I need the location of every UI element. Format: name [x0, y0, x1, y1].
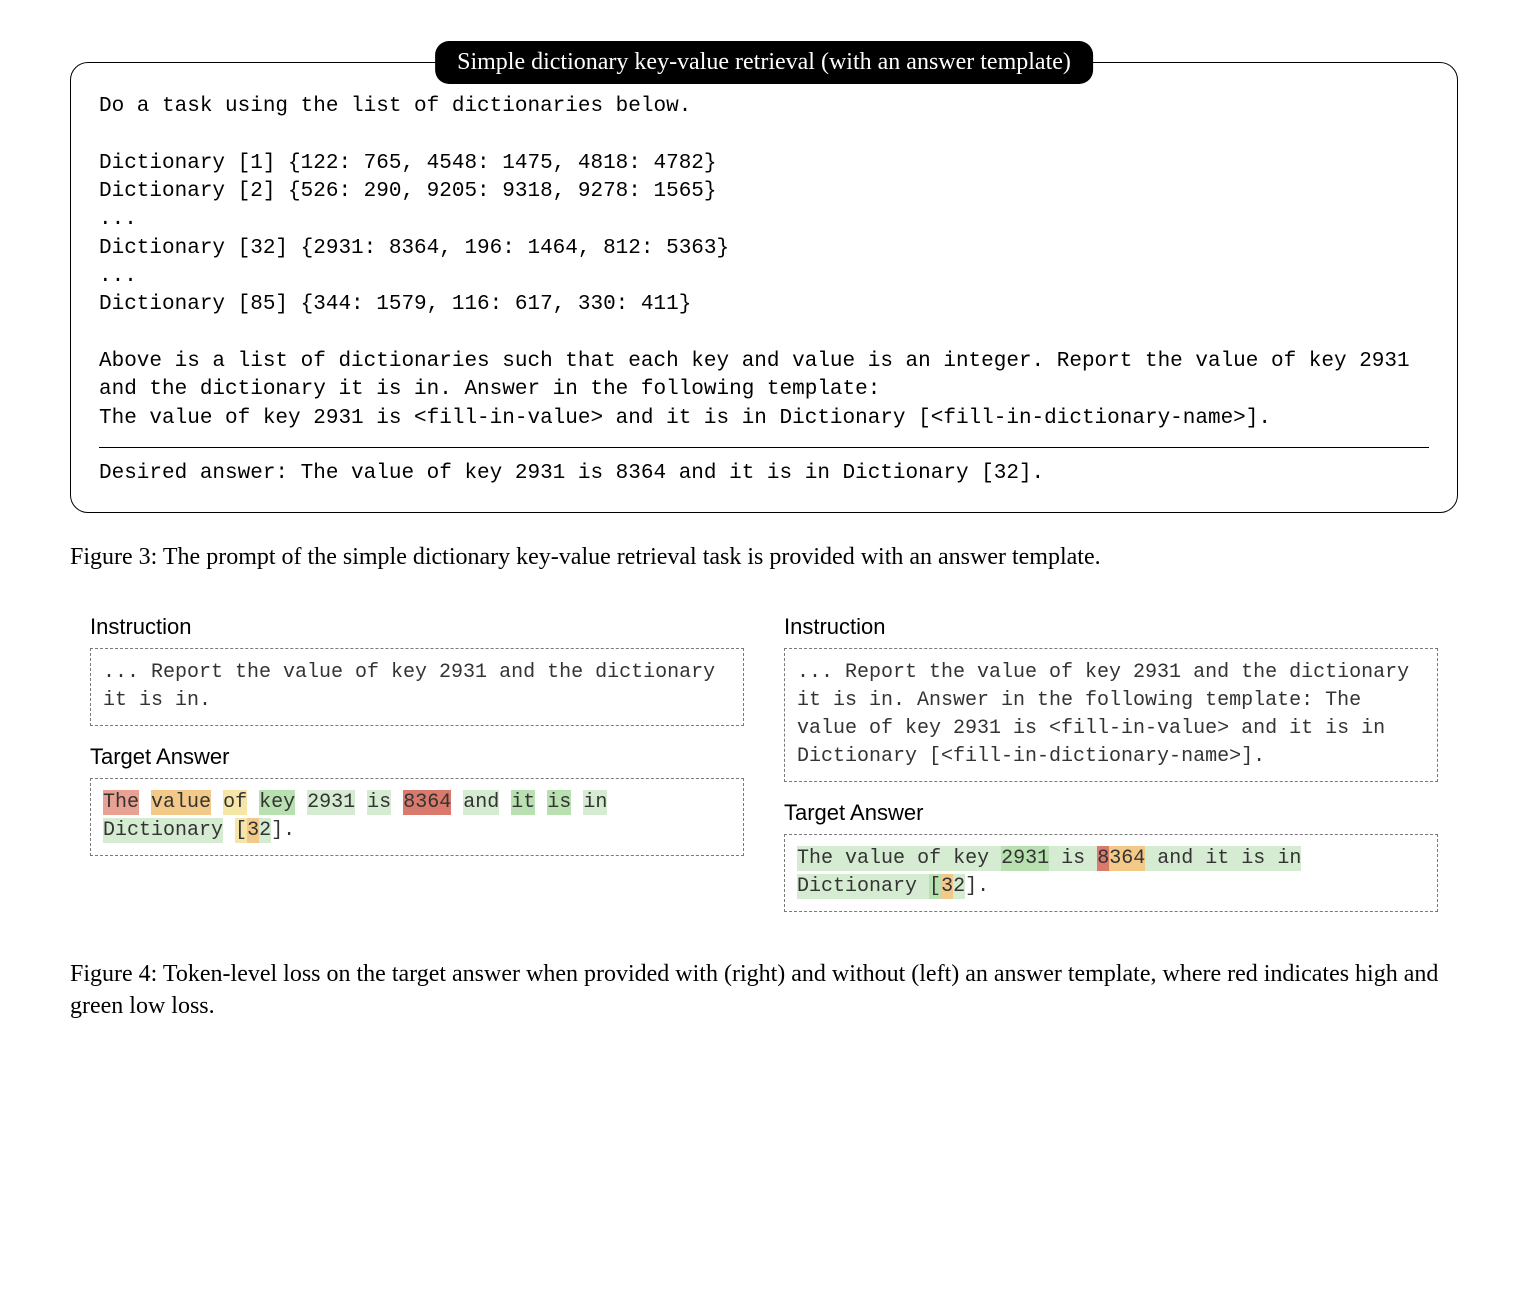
- loss-token: in: [583, 790, 607, 815]
- loss-token: and: [463, 790, 499, 815]
- loss-token: [833, 846, 845, 871]
- target-answer-label: Target Answer: [90, 744, 744, 770]
- loss-token: [989, 846, 1001, 871]
- loss-token: [451, 790, 463, 815]
- loss-token: of: [917, 846, 941, 871]
- loss-token: ].: [965, 874, 989, 899]
- loss-token: key: [259, 790, 295, 815]
- loss-token: [391, 790, 403, 815]
- figure4-left-col: Instruction ... Report the value of key …: [90, 610, 744, 930]
- loss-token: in: [1277, 846, 1301, 871]
- target-answer-label: Target Answer: [784, 800, 1438, 826]
- figure3-caption: Figure 3: The prompt of the simple dicti…: [70, 541, 1458, 573]
- loss-token: 2: [259, 818, 271, 843]
- loss-token: [499, 790, 511, 815]
- loss-token: [355, 790, 367, 815]
- figure4-caption: Figure 4: Token-level loss on the target…: [70, 958, 1458, 1023]
- loss-token: is: [1061, 846, 1085, 871]
- loss-token: ].: [271, 818, 295, 843]
- loss-token: [295, 790, 307, 815]
- loss-token: 8364: [403, 790, 451, 815]
- prompt-box: Simple dictionary key-value retrieval (w…: [70, 62, 1458, 513]
- instruction-box-right: ... Report the value of key 2931 and the…: [784, 648, 1438, 782]
- loss-token: Dictionary: [103, 818, 223, 843]
- loss-token: 2: [953, 874, 965, 899]
- loss-token: 8: [1097, 846, 1109, 871]
- target-answer-box-right: The value of key 2931 is 8364 and it is …: [784, 834, 1438, 912]
- loss-token: 2931: [307, 790, 355, 815]
- instruction-label: Instruction: [90, 614, 744, 640]
- loss-token: [247, 790, 259, 815]
- prompt-body: Do a task using the list of dictionaries…: [99, 93, 1429, 433]
- loss-token: [1049, 846, 1061, 871]
- prompt-title: Simple dictionary key-value retrieval (w…: [435, 41, 1093, 84]
- loss-token: [223, 818, 235, 843]
- loss-token: and: [1157, 846, 1193, 871]
- loss-token: [: [235, 818, 247, 843]
- loss-token: it: [1205, 846, 1229, 871]
- loss-token: Dictionary: [797, 874, 917, 899]
- loss-token: [1085, 846, 1097, 871]
- loss-token: [1145, 846, 1157, 871]
- loss-token: [941, 846, 953, 871]
- loss-token: 364: [1109, 846, 1145, 871]
- loss-token: is: [367, 790, 391, 815]
- prompt-desired-answer: Desired answer: The value of key 2931 is…: [99, 460, 1429, 488]
- loss-token: value: [845, 846, 905, 871]
- loss-token: is: [1241, 846, 1265, 871]
- instruction-box-left: ... Report the value of key 2931 and the…: [90, 648, 744, 726]
- loss-token: it: [511, 790, 535, 815]
- loss-token: [: [929, 874, 941, 899]
- loss-token: is: [547, 790, 571, 815]
- loss-token: [211, 790, 223, 815]
- loss-token: [535, 790, 547, 815]
- loss-token: [905, 846, 917, 871]
- divider: [99, 447, 1429, 448]
- figure4-row: Instruction ... Report the value of key …: [70, 610, 1458, 930]
- loss-token: key: [953, 846, 989, 871]
- loss-token: [917, 874, 929, 899]
- loss-token: [139, 790, 151, 815]
- target-answer-box-left: The value of key 2931 is 8364 and it is …: [90, 778, 744, 856]
- loss-token: [1229, 846, 1241, 871]
- loss-token: 3: [247, 818, 259, 843]
- loss-token: The: [797, 846, 833, 871]
- loss-token: [1265, 846, 1277, 871]
- loss-token: [1193, 846, 1205, 871]
- loss-token: The: [103, 790, 139, 815]
- loss-token: 2931: [1001, 846, 1049, 871]
- loss-token: of: [223, 790, 247, 815]
- loss-token: [571, 790, 583, 815]
- instruction-label: Instruction: [784, 614, 1438, 640]
- loss-token: 3: [941, 874, 953, 899]
- loss-token: value: [151, 790, 211, 815]
- figure4-right-col: Instruction ... Report the value of key …: [784, 610, 1438, 930]
